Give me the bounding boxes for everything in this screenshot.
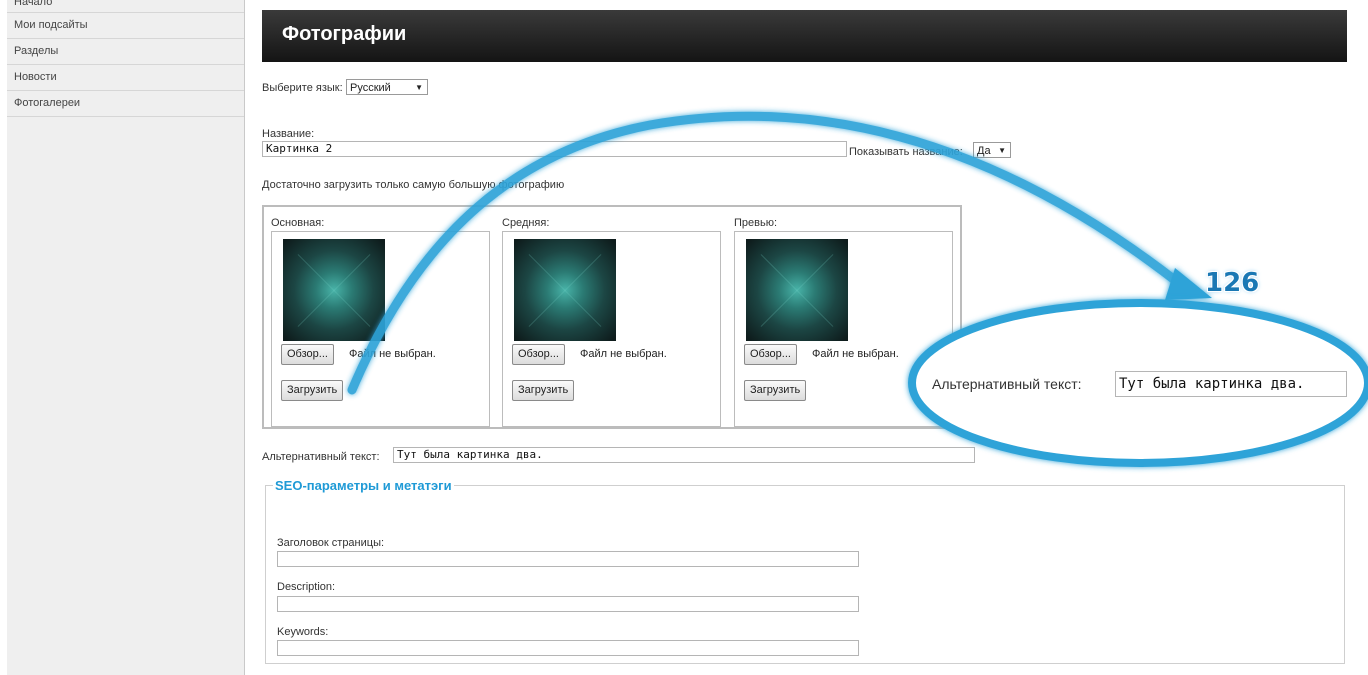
page-header: Фотографии [262,10,1347,62]
photo-medium: Средняя: Обзор... Файл не выбран. Загруз… [495,207,727,427]
alt-text-value: Тут была картинка два. [397,448,543,461]
photo-preview-thumbnail [746,239,848,341]
sidebar-item-home[interactable]: Начало [7,0,244,13]
show-name-select-value: Да [977,145,991,157]
language-select[interactable]: Русский ▼ [346,79,428,95]
photo-preview-browse-button[interactable]: Обзор... [744,344,797,365]
show-name-select[interactable]: Да ▼ [973,142,1011,158]
seo-page-title-input[interactable] [277,551,859,567]
annotation-number: 126 [1205,268,1260,298]
photo-preview-box: Обзор... Файл не выбран. Загрузить [734,231,953,427]
seo-page-title-label: Заголовок страницы: [277,537,385,549]
sidebar-item-news[interactable]: Новости [7,65,244,91]
sidebar: Начало Мои подсайты Разделы Новости Фото… [7,0,245,675]
alt-text-input[interactable]: Тут была картинка два. [393,447,975,463]
name-label: Название: [262,128,315,140]
photos-frame: Основная: Обзор... Файл не выбран. Загру… [262,205,962,429]
photo-medium-label: Средняя: [502,217,550,229]
seo-fieldset: SEO-параметры и метатэги Заголовок стран… [265,478,1345,664]
name-input[interactable]: Картинка 2 [262,141,847,157]
photo-main-box: Обзор... Файл не выбран. Загрузить [271,231,490,427]
photo-medium-browse-button[interactable]: Обзор... [512,344,565,365]
page-title: Фотографии [282,23,407,45]
sidebar-item-sections[interactable]: Разделы [7,39,244,65]
main-content: Фотографии Выберите язык: Русский ▼ Назв… [262,0,1347,675]
photo-main-thumbnail [283,239,385,341]
name-input-value: Картинка 2 [266,142,333,155]
seo-description-input[interactable] [277,596,859,612]
photo-main-no-file: Файл не выбран. [349,348,436,360]
photo-main-label: Основная: [271,217,325,229]
photo-preview-no-file: Файл не выбран. [812,348,899,360]
photo-main-browse-button[interactable]: Обзор... [281,344,334,365]
language-select-value: Русский [350,82,391,94]
seo-keywords-input[interactable] [277,640,859,656]
photo-preview-label: Превью: [734,217,778,229]
photo-main: Основная: Обзор... Файл не выбран. Загру… [264,207,496,427]
chevron-down-icon: ▼ [415,83,423,92]
chevron-down-icon: ▼ [998,146,1006,155]
show-name-label: Показывать название: [849,146,963,158]
zoom-alt-text-input: Тут была картинка два. [1115,371,1347,397]
alt-text-label: Альтернативный текст: [262,451,380,463]
language-label: Выберите язык: [262,82,343,94]
zoom-alt-text-label: Альтернативный текст: [932,376,1082,392]
photo-medium-no-file: Файл не выбран. [580,348,667,360]
sidebar-item-label: Мои подсайты [14,19,88,31]
sidebar-item-photogalleries[interactable]: Фотогалереи [7,91,244,117]
seo-keywords-label: Keywords: [277,626,329,638]
photo-medium-thumbnail [514,239,616,341]
sidebar-item-label: Разделы [14,45,59,57]
photo-main-upload-button[interactable]: Загрузить [281,380,344,401]
seo-description-label: Description: [277,581,336,593]
photo-medium-upload-button[interactable]: Загрузить [512,380,575,401]
photo-preview: Превью: Обзор... Файл не выбран. Загрузи… [727,207,959,427]
sidebar-item-label: Начало [14,0,53,8]
photo-medium-box: Обзор... Файл не выбран. Загрузить [502,231,721,427]
sidebar-item-label: Новости [14,71,57,83]
sidebar-item-subsites[interactable]: Мои подсайты [7,13,244,39]
photo-preview-upload-button[interactable]: Загрузить [744,380,807,401]
sidebar-item-label: Фотогалереи [14,97,81,109]
seo-legend: SEO-параметры и метатэги [275,478,452,493]
upload-hint: Достаточно загрузить только самую большу… [262,179,565,191]
zoom-alt-text-value: Тут была картинка два. [1119,376,1305,392]
